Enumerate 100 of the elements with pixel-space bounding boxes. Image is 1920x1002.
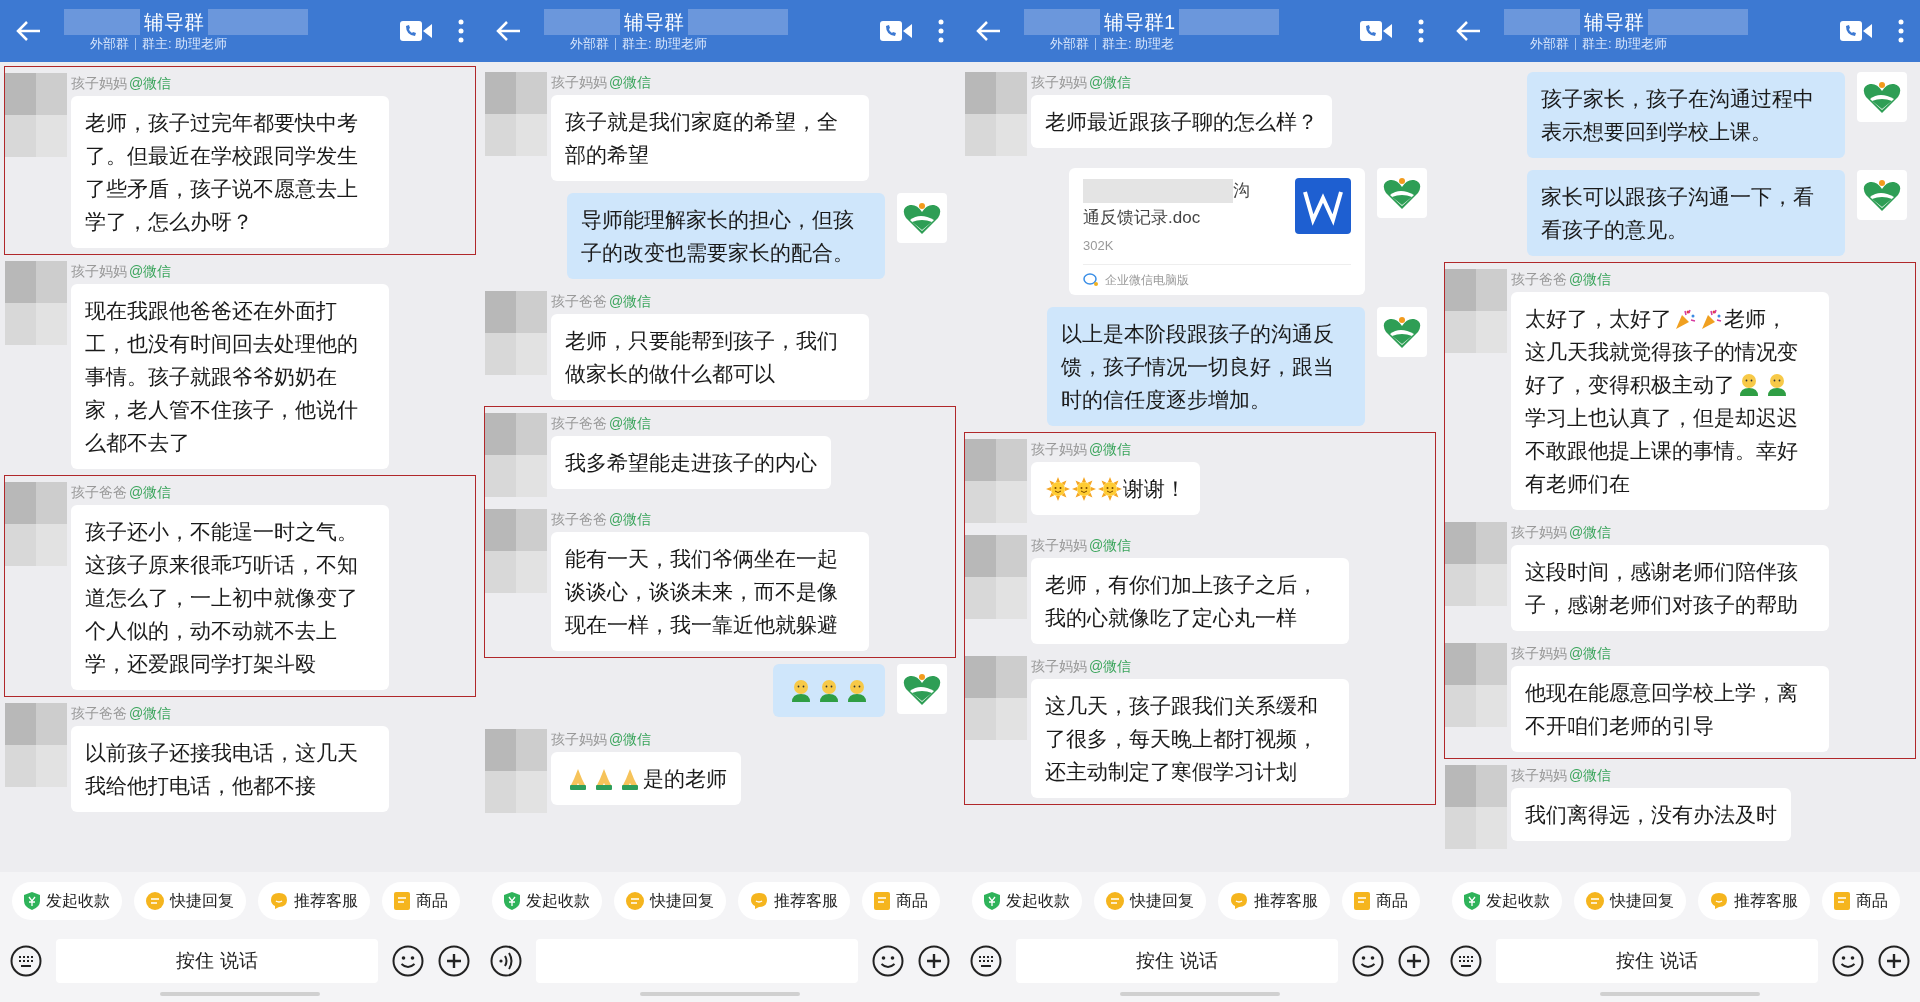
sender-name: 孩子爸爸 — [71, 483, 127, 502]
quick-action-chip[interactable]: 快捷回复 — [134, 882, 246, 920]
group-owner-label: 群主: 助理老师 — [622, 35, 708, 53]
sender-name: 孩子妈妈 — [71, 74, 127, 93]
keyboard-icon[interactable] — [10, 945, 42, 977]
message-bubble: 老师最近跟孩子聊的怎么样？ — [1031, 95, 1332, 148]
logo-avatar — [1857, 72, 1907, 122]
chat-bubble-icon — [270, 892, 288, 910]
more-options-icon[interactable] — [938, 19, 944, 43]
back-arrow-icon[interactable] — [16, 20, 42, 42]
message-bubble: 以上是本阶段跟孩子的沟通反馈，孩子情况一切良好，跟当时的信任度逐步增加。 — [1047, 306, 1365, 426]
sender-name: 孩子妈妈 — [1511, 766, 1567, 785]
quick-action-chip[interactable]: 快捷回复 — [614, 882, 726, 920]
quick-action-chip[interactable]: 商品 — [862, 882, 940, 920]
message-bubble: 老师，只要能帮到孩子，我们做家长的做什么都可以 — [551, 314, 869, 400]
sender-name: 孩子妈妈 — [551, 73, 607, 92]
party-popper-emoji-icon — [1673, 307, 1697, 331]
hold-to-talk-button[interactable]: 按住 说话 — [1496, 939, 1818, 983]
emoji-icon[interactable] — [872, 945, 904, 977]
message-bubble: 孩子家长，孩子在沟通过程中表示想要回到学校上课。 — [1527, 72, 1845, 158]
sender-source: @微信 — [609, 414, 652, 433]
file-name: 通反馈记录.doc — [1083, 207, 1202, 229]
quick-action-chip[interactable]: 快捷回复 — [1574, 882, 1686, 920]
more-options-icon[interactable] — [1898, 19, 1904, 43]
quick-action-chip[interactable]: 推荐客服 — [738, 882, 850, 920]
sender-name: 孩子爸爸 — [1511, 270, 1567, 289]
chat-bubble-icon — [750, 892, 768, 910]
logo-avatar — [897, 664, 947, 714]
file-name: 沟 — [1233, 180, 1250, 202]
quick-action-chip[interactable]: 发起收款 — [492, 882, 602, 920]
logo-avatar — [1377, 306, 1427, 357]
message-bubble: 现在我跟他爸爸还在外面打工，也没有时间回去处理他的事情。孩子就跟爷爷奶奶在家，老人管不住孩子，他说什么都不去了 — [71, 284, 389, 469]
plus-icon[interactable] — [438, 945, 470, 977]
lines-circle-icon — [1586, 892, 1604, 910]
message-text: 是的老师 — [643, 767, 727, 790]
lines-circle-icon — [626, 892, 644, 910]
sender-source: @微信 — [609, 292, 652, 311]
plus-icon[interactable] — [1878, 945, 1910, 977]
message-bubble: 这几天，孩子跟我们关系缓和了很多，每天晚上都打视频，还主动制定了寒假学习计划 — [1031, 678, 1349, 798]
message-bubble: 孩子还小，不能逞一时之气。这孩子原来很乖巧听话，不知道怎么了，一上初中就像变了个人似的，动不动就不去上学，还爱跟同学打架斗殴 — [71, 505, 389, 690]
sender-source: @微信 — [1569, 270, 1612, 289]
message-text: 老师， — [1724, 307, 1787, 330]
quick-action-chip[interactable]: 发起收款 — [12, 882, 122, 920]
group-type-label: 外部群 — [1050, 35, 1089, 53]
quick-action-chip[interactable]: 推荐客服 — [1218, 882, 1330, 920]
group-title: 辅导群 — [624, 10, 684, 35]
emoji-icon[interactable] — [1352, 945, 1384, 977]
logo-avatar — [1377, 168, 1427, 218]
quick-action-chip[interactable]: 推荐客服 — [1698, 882, 1810, 920]
sender-name: 孩子妈妈 — [1511, 523, 1567, 542]
sender-name: 孩子妈妈 — [1031, 535, 1087, 555]
quick-action-chip[interactable]: 发起收款 — [1452, 882, 1562, 920]
sender-name: 孩子妈妈 — [71, 262, 127, 281]
more-options-icon[interactable] — [1418, 19, 1424, 43]
group-type-label: 外部群 — [90, 35, 129, 53]
group-owner-label: 群主: 助理老师 — [1582, 35, 1668, 53]
sender-name: 孩子爸爸 — [551, 414, 607, 433]
hold-to-talk-button[interactable]: 按住 说话 — [56, 939, 378, 983]
emoji-icon[interactable] — [1832, 945, 1864, 977]
chat-bubble-icon — [1230, 892, 1248, 910]
quick-action-chip[interactable]: 商品 — [382, 882, 460, 920]
message-bubble: 老师，有你们加上孩子之后，我的心就像吃了定心丸一样 — [1031, 557, 1349, 644]
sender-source: @微信 — [129, 483, 172, 502]
sender-source: @微信 — [609, 73, 652, 92]
document-icon — [874, 892, 890, 910]
app-source-label: 企业微信电脑版 — [1105, 271, 1189, 289]
quick-action-chip[interactable]: 发起收款 — [972, 882, 1082, 920]
back-arrow-icon[interactable] — [496, 20, 522, 42]
message-bubble: 能有一天，我们爷俩坐在一起谈谈心，谈谈未来，而不是像现在一样，我一靠近他就躲避 — [551, 532, 869, 651]
quick-action-chip[interactable]: 商品 — [1342, 882, 1420, 920]
quick-action-chip[interactable]: 快捷回复 — [1094, 882, 1206, 920]
message-bubble: 家长可以跟孩子沟通一下，看看孩子的意见。 — [1527, 170, 1845, 256]
message-bubble: 这段时间，感谢老师们陪伴孩子，感谢老师们对孩子的帮助 — [1511, 545, 1829, 631]
voice-icon[interactable] — [490, 945, 522, 977]
more-options-icon[interactable] — [458, 19, 464, 43]
plus-icon[interactable] — [1398, 945, 1430, 977]
back-arrow-icon[interactable] — [1456, 20, 1482, 42]
keyboard-icon[interactable] — [970, 945, 1002, 977]
video-call-icon[interactable] — [880, 21, 912, 41]
chat-bubble-icon — [1710, 892, 1728, 910]
back-arrow-icon[interactable] — [976, 20, 1002, 42]
hold-to-talk-button[interactable]: 按住 说话 — [1016, 939, 1338, 983]
video-call-icon[interactable] — [1360, 21, 1392, 41]
document-icon — [1834, 892, 1850, 910]
sender-source: @微信 — [1089, 73, 1132, 92]
keyboard-icon[interactable] — [1450, 945, 1482, 977]
party-popper-emoji-icon — [1699, 307, 1723, 331]
quick-action-chip[interactable]: 商品 — [1822, 882, 1900, 920]
message-text: 这几天我就觉得孩子的情况变 — [1525, 340, 1798, 363]
sender-name: 孩子爸爸 — [551, 510, 607, 529]
group-owner-label: 群主: 助理老 — [1102, 35, 1175, 53]
emoji-icon[interactable] — [392, 945, 424, 977]
plus-icon[interactable] — [918, 945, 950, 977]
video-call-icon[interactable] — [1840, 21, 1872, 41]
sender-name: 孩子妈妈 — [1031, 656, 1087, 676]
video-call-icon[interactable] — [400, 21, 432, 41]
message-bubble: 导师能理解家长的担心，但孩子的改变也需要家长的配合。 — [567, 193, 885, 279]
lines-circle-icon — [1106, 892, 1124, 910]
quick-action-chip[interactable]: 推荐客服 — [258, 882, 370, 920]
sender-source: @微信 — [609, 730, 652, 749]
